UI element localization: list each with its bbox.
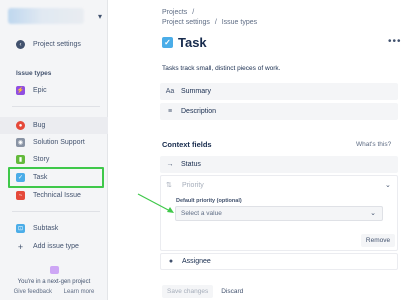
sidebar-item-label: Subtask: [33, 225, 59, 232]
project-settings-link[interactable]: ‹ Project settings: [0, 36, 108, 53]
learn-more-link[interactable]: Learn more: [64, 289, 95, 295]
technical-issue-icon: ~: [16, 191, 25, 200]
context-fields-heading: Context fields: [162, 140, 212, 149]
field-summary[interactable]: Aa Summary: [160, 83, 398, 100]
arrow-shaft: [137, 193, 173, 213]
task-highlight-annotation: [8, 167, 104, 188]
sidebar-item-label: Technical Issue: [33, 192, 81, 199]
whats-this-link[interactable]: What's this?: [356, 141, 391, 148]
save-changes-button[interactable]: Save changes: [162, 285, 214, 298]
plus-icon: +: [17, 241, 24, 252]
breadcrumb-issue-types[interactable]: Issue types: [222, 19, 257, 26]
next-gen-notice: You're in a next-gen project: [17, 279, 91, 285]
field-priority-header[interactable]: ⇅ Priority: [166, 181, 204, 190]
support-icon: ◉: [16, 138, 25, 147]
story-icon: ▮: [16, 155, 25, 164]
discard-button[interactable]: Discard: [218, 285, 246, 298]
issue-type-description[interactable]: Tasks track small, distinct pieces of wo…: [162, 65, 280, 72]
page-title-text: Task: [178, 35, 207, 50]
default-priority-select[interactable]: Select a value ⌄: [175, 206, 383, 221]
field-label: Description: [181, 108, 217, 115]
project-switcher[interactable]: ▾: [8, 6, 102, 26]
add-issue-type-button[interactable]: + Add issue type: [0, 238, 108, 255]
sidebar-item-technical-issue[interactable]: ~ Technical Issue: [0, 187, 108, 204]
field-label: Assignee: [182, 258, 211, 265]
annotation-arrow: [137, 193, 174, 213]
breadcrumb-projects[interactable]: Projects: [162, 9, 187, 16]
give-feedback-link[interactable]: Give feedback: [14, 289, 52, 295]
field-assignee[interactable]: ● Assignee: [160, 253, 398, 270]
main-content: Projects / Project settings / Issue type…: [108, 0, 409, 300]
field-status[interactable]: → Status: [160, 156, 398, 173]
sidebar-item-story[interactable]: ▮ Story: [0, 151, 108, 168]
breadcrumb: Projects / Project settings / Issue type…: [162, 8, 260, 28]
field-label: Summary: [181, 88, 211, 95]
sidebar-item-epic[interactable]: ⚡ Epic: [0, 82, 108, 99]
subtask-icon: ⊡: [16, 224, 25, 233]
breadcrumb-project-settings[interactable]: Project settings: [162, 19, 210, 26]
chevron-down-icon[interactable]: ⌄: [385, 181, 391, 189]
text-format-icon: Aa: [165, 88, 175, 95]
breadcrumb-separator: /: [192, 9, 195, 16]
arrow-right-icon: →: [166, 161, 174, 168]
sidebar-item-label: Story: [33, 156, 50, 163]
field-description[interactable]: ≡ Description: [160, 103, 398, 120]
footer-links: Give feedback Learn more: [0, 289, 108, 295]
back-arrow-icon: ‹: [16, 40, 25, 49]
priority-icon: ⇅: [166, 182, 172, 189]
megaphone-icon: [50, 266, 59, 274]
divider: [12, 106, 100, 107]
page-title: ✓ Task: [162, 35, 207, 50]
remove-button[interactable]: Remove: [361, 234, 395, 247]
field-label: Priority: [182, 181, 204, 189]
sidebar-item-label: Bug: [33, 122, 46, 129]
task-icon: ✓: [162, 37, 173, 48]
field-label: Status: [181, 161, 201, 168]
user-icon: ●: [168, 258, 174, 265]
sidebar: ▾ ‹ Project settings Issue types ⚡ Epic …: [0, 0, 108, 300]
chevron-down-icon: ⌄: [370, 210, 376, 217]
sidebar-item-subtask[interactable]: ⊡ Subtask: [0, 220, 108, 237]
project-logo: [8, 8, 84, 24]
bug-icon: ●: [16, 121, 25, 130]
divider: [12, 211, 100, 212]
project-settings-label: Project settings: [33, 41, 81, 48]
epic-icon: ⚡: [16, 86, 25, 95]
sidebar-item-label: Epic: [33, 87, 47, 94]
breadcrumb-separator: /: [214, 19, 217, 26]
more-options-icon[interactable]: •••: [388, 36, 402, 47]
chevron-down-icon: ▾: [98, 12, 103, 21]
sidebar-item-solution-support[interactable]: ◉ Solution Support: [0, 134, 108, 151]
paragraph-icon: ≡: [167, 108, 173, 115]
field-priority-expanded: ⇅ Priority ⌄ Default priority (optional)…: [160, 175, 398, 251]
select-placeholder: Select a value: [181, 210, 222, 217]
form-actions: Save changes Discard: [162, 285, 246, 298]
sidebar-item-label: Solution Support: [33, 139, 85, 146]
sidebar-item-bug[interactable]: ● Bug: [0, 117, 108, 134]
add-issue-type-label: Add issue type: [33, 243, 79, 250]
default-priority-label: Default priority (optional): [176, 198, 242, 204]
issue-types-heading: Issue types: [16, 70, 52, 77]
